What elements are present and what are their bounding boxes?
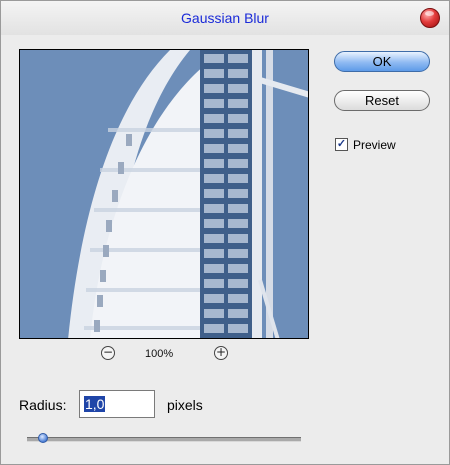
radius-units: pixels	[167, 397, 203, 413]
zoom-out-icon[interactable]: −	[101, 346, 115, 360]
checkmark-icon: ✓	[336, 138, 347, 150]
dialog-title: Gaussian Blur	[181, 10, 269, 26]
ok-button[interactable]: OK	[334, 51, 430, 72]
zoom-controls: − 100% +	[19, 344, 309, 364]
reset-button[interactable]: Reset	[334, 90, 430, 111]
gaussian-blur-dialog: Gaussian Blur − 100% + OK Reset ✓ Previe…	[0, 0, 450, 465]
zoom-level: 100%	[145, 348, 174, 360]
preview-checkbox[interactable]: ✓	[335, 138, 348, 151]
preview-pane[interactable]	[19, 49, 309, 339]
title-bar[interactable]: Gaussian Blur	[1, 1, 449, 35]
zoom-in-icon[interactable]: +	[214, 346, 228, 360]
radius-value: 1,0	[84, 396, 106, 412]
radius-slider-track[interactable]	[27, 437, 301, 442]
close-icon[interactable]	[420, 8, 440, 28]
preview-image	[20, 50, 308, 338]
radius-label: Radius:	[19, 397, 67, 413]
preview-label: Preview	[353, 138, 396, 152]
radius-input[interactable]: 1,0	[79, 390, 155, 418]
